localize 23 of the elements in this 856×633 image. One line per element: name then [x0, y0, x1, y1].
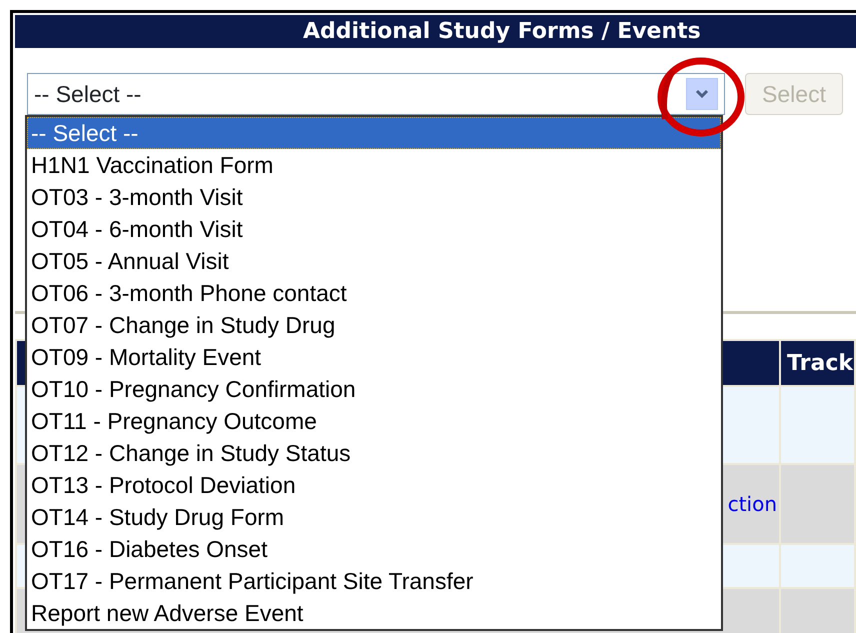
section-header: Additional Study Forms / Events	[15, 15, 856, 48]
chevron-down-icon	[695, 89, 709, 99]
select-value: -- Select --	[34, 80, 142, 109]
dropdown-option[interactable]: Report new Adverse Event	[27, 597, 721, 629]
dropdown-option[interactable]: -- Select --	[27, 117, 721, 149]
dropdown-option[interactable]: OT11 - Pregnancy Outcome	[27, 405, 721, 437]
form-select[interactable]: -- Select --	[27, 73, 725, 115]
dropdown-option[interactable]: H1N1 Vaccination Form	[27, 149, 721, 181]
dropdown-option[interactable]: OT03 - 3-month Visit	[27, 181, 721, 213]
dropdown-option[interactable]: OT10 - Pregnancy Confirmation	[27, 373, 721, 405]
dropdown-option[interactable]: OT13 - Protocol Deviation	[27, 469, 721, 501]
dropdown-option[interactable]: OT05 - Annual Visit	[27, 245, 721, 277]
dropdown-option[interactable]: OT17 - Permanent Participant Site Transfer	[27, 565, 721, 597]
dropdown-option[interactable]: OT07 - Change in Study Drug	[27, 309, 721, 341]
dropdown-option[interactable]: OT14 - Study Drug Form	[27, 501, 721, 533]
dropdown-option[interactable]: OT16 - Diabetes Onset	[27, 533, 721, 565]
dropdown-arrow-button[interactable]	[686, 78, 718, 110]
dropdown-option[interactable]: OT09 - Mortality Event	[27, 341, 721, 373]
dropdown-option[interactable]: OT04 - 6-month Visit	[27, 213, 721, 245]
table-header-cell: Track	[780, 340, 855, 386]
dropdown-option[interactable]: OT06 - 3-month Phone contact	[27, 277, 721, 309]
dropdown-option[interactable]: OT12 - Change in Study Status	[27, 437, 721, 469]
table-link[interactable]: ction	[728, 492, 778, 516]
